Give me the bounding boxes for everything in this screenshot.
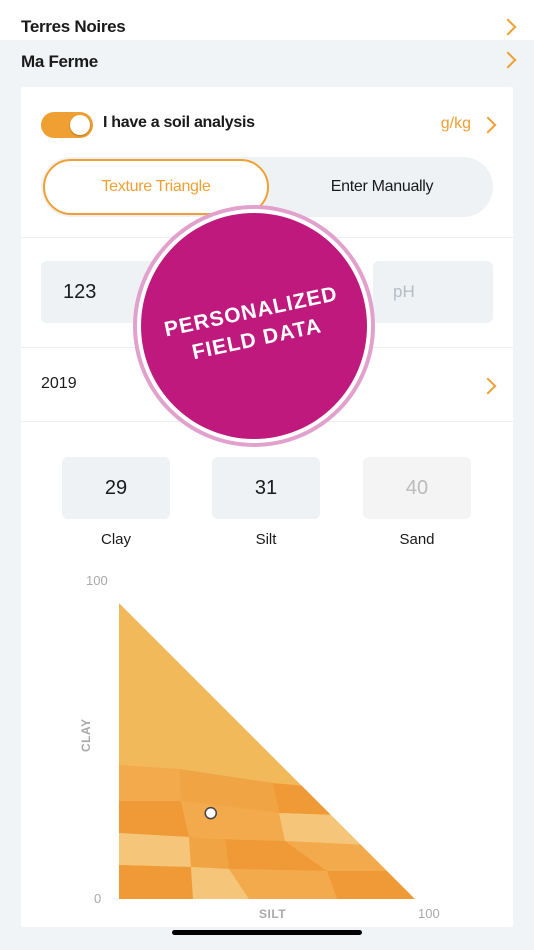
farm-name: Ma Ferme	[21, 52, 98, 71]
clay-label: Clay	[100, 531, 131, 548]
tab-texture-triangle[interactable]: Texture Triangle	[43, 159, 269, 215]
farm-row[interactable]: Ma Ferme	[0, 40, 534, 82]
texture-zone	[273, 783, 337, 815]
texture-zone	[119, 801, 189, 837]
texture-zone	[279, 813, 367, 845]
axis-origin: 0	[94, 891, 102, 906]
clay-axis-title: CLAY	[79, 718, 93, 752]
chevron-right-icon[interactable]	[479, 116, 497, 134]
home-indicator[interactable]	[172, 930, 362, 935]
clay-value: 29	[104, 476, 128, 499]
texture-zone	[327, 871, 415, 899]
silt-input[interactable]: 31	[212, 457, 320, 519]
sand-value: 40	[405, 476, 429, 499]
ph-placeholder: pH	[393, 282, 415, 301]
clay-input[interactable]: 29	[62, 457, 170, 519]
promo-badge: PERSONALIZED FIELD DATA	[141, 213, 367, 439]
texture-zone	[119, 865, 193, 899]
chevron-right-icon	[499, 18, 517, 36]
chevron-right-icon	[499, 51, 517, 69]
region-name: Terres Noires	[21, 17, 126, 36]
silt-axis-max: 100	[418, 906, 440, 921]
region-row[interactable]: Terres Noires	[0, 0, 534, 40]
sand-input: 40	[363, 457, 471, 519]
texture-zone	[119, 765, 181, 801]
texture-zone	[189, 837, 229, 869]
silt-label: Silt	[255, 531, 277, 548]
unit-selector[interactable]: g/kg	[441, 115, 471, 133]
soil-analysis-toggle[interactable]	[41, 112, 93, 138]
chevron-right-icon	[479, 377, 497, 395]
silt-value: 31	[254, 476, 278, 499]
value-input-text: 123	[63, 280, 97, 303]
toggle-knob	[70, 115, 90, 135]
soil-analysis-toggle-label: I have a soil analysis	[103, 114, 255, 131]
ph-input[interactable]: pH	[373, 261, 493, 323]
promo-badge-text: PERSONALIZED FIELD DATA	[120, 192, 388, 460]
sand-label: Sand	[399, 531, 435, 548]
clay-axis-max: 100	[86, 573, 108, 588]
silt-axis-title: SILT	[259, 907, 287, 921]
texture-triangle-chart[interactable]	[117, 601, 417, 901]
year-value: 2019	[41, 375, 77, 392]
selected-texture-marker[interactable]	[204, 806, 218, 820]
texture-zone	[119, 833, 191, 867]
